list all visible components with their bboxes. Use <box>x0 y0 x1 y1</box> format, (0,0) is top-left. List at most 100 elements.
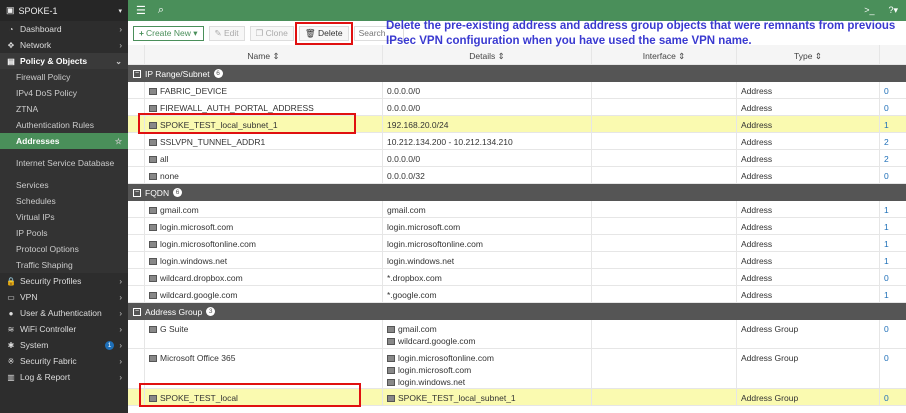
table-row[interactable]: G Suite gmail.com wildcard.google.com Addre… <box>128 320 906 349</box>
sidebar-item-addresses[interactable]: Addresses ☆ <box>0 133 128 149</box>
sidebar-item-vpn[interactable]: ▭ VPN › <box>0 289 128 305</box>
chevron-right-icon: › <box>119 340 122 350</box>
collapse-icon[interactable]: − <box>133 69 141 78</box>
address-name: SSLVPN_TUNNEL_ADDR1 <box>160 137 266 147</box>
ref-count-link[interactable]: 2 <box>880 133 906 149</box>
group-header[interactable]: − FQDN 6 <box>128 184 906 201</box>
vpn-icon: ▭ <box>7 292 15 302</box>
ref-count-link[interactable]: 1 <box>880 218 906 234</box>
user-icon: ● <box>8 308 14 318</box>
address-name: FIREWALL_AUTH_PORTAL_ADDRESS <box>160 103 314 113</box>
ref-count-link[interactable]: 0 <box>880 349 906 388</box>
sidebar-item-system[interactable]: ✱ System 1 › <box>0 337 128 353</box>
address-name: wildcard.dropbox.com <box>160 273 243 283</box>
table-row[interactable]: login.windows.net login.windows.net Addres… <box>128 252 906 269</box>
sidebar-item-virtual-ips[interactable]: Virtual IPs <box>0 209 128 225</box>
address-name: wildcard.google.com <box>160 290 238 300</box>
sidebar-item-services[interactable]: Services <box>0 177 128 193</box>
sidebar-item-ipv4-dos-policy[interactable]: IPv4 DoS Policy <box>0 85 128 101</box>
sidebar-item-wifi-controller[interactable]: ≋ WiFi Controller › <box>0 321 128 337</box>
table-row[interactable]: all 0.0.0.0/0 Address 2 <box>128 150 906 167</box>
chevron-right-icon: › <box>119 292 122 302</box>
sidebar-item-security-profiles[interactable]: 🔒 Security Profiles › <box>0 273 128 289</box>
sidebar-item-ip-pools[interactable]: IP Pools <box>0 225 128 241</box>
address-icon <box>387 355 395 362</box>
clone-button[interactable]: ❐ Clone <box>249 25 294 41</box>
cli-console-icon[interactable]: >_ <box>864 5 874 16</box>
sidebar-item-policy-objects[interactable]: ▤ Policy & Objects ⌄ <box>0 53 128 69</box>
chevron-right-icon: › <box>119 40 122 50</box>
count-badge: 6 <box>173 188 183 197</box>
address-details: SPOKE_TEST_local_subnet_1 <box>383 389 592 405</box>
sidebar-item-firewall-policy[interactable]: Firewall Policy <box>0 69 128 85</box>
address-icon <box>149 88 157 95</box>
help-icon[interactable]: ?▾ <box>888 5 898 16</box>
table-row[interactable]: login.microsoftonline.com login.microsoft… <box>128 235 906 252</box>
address-icon <box>149 207 157 214</box>
table-row[interactable]: none 0.0.0.0/32 Address 0 <box>128 167 906 184</box>
sidebar-item-user-authentication[interactable]: ● User & Authentication › <box>0 305 128 321</box>
address-icon <box>387 367 395 374</box>
sidebar-item-ztna[interactable]: ZTNA <box>0 101 128 117</box>
menu-icon[interactable]: ☰ <box>136 4 146 17</box>
ref-count-link[interactable]: 1 <box>880 286 906 302</box>
group-header[interactable]: − Address Group 3 <box>128 303 906 320</box>
table-row[interactable]: login.microsoft.com login.microsoft.com Ad… <box>128 218 906 235</box>
address-name: none <box>160 171 179 181</box>
ref-count-link[interactable]: 0 <box>880 389 906 405</box>
table-row[interactable]: wildcard.google.com *.google.com Address 1 <box>128 286 906 303</box>
table-row[interactable]: SSLVPN_TUNNEL_ADDR1 10.212.134.200 - 10.2… <box>128 133 906 150</box>
address-name: G Suite <box>160 324 189 334</box>
address-icon <box>149 275 157 282</box>
address-name: login.windows.net <box>160 256 228 266</box>
collapse-icon[interactable]: − <box>133 188 141 197</box>
address-details: gmail.com wildcard.google.com <box>383 320 592 348</box>
sidebar-item-security-fabric[interactable]: ※ Security Fabric › <box>0 353 128 369</box>
address-type: Address <box>737 269 880 285</box>
sidebar-item-authentication-rules[interactable]: Authentication Rules <box>0 117 128 133</box>
group-header[interactable]: − IP Range/Subnet 6 <box>128 65 906 82</box>
address-name: gmail.com <box>160 205 199 215</box>
star-icon[interactable]: ☆ <box>115 137 122 146</box>
table-row[interactable]: FABRIC_DEVICE 0.0.0.0/0 Address 0 <box>128 82 906 99</box>
ref-count-link[interactable]: 1 <box>880 116 906 132</box>
ref-count-link[interactable]: 1 <box>880 201 906 217</box>
sidebar-item-schedules[interactable]: Schedules <box>0 193 128 209</box>
device-selector[interactable]: ▣ SPOKE-1 ▾ <box>0 0 128 21</box>
sidebar-item-network[interactable]: ✥ Network › <box>0 37 128 53</box>
network-icon: ✥ <box>7 40 15 50</box>
edit-button[interactable]: ✎ Edit <box>208 25 245 41</box>
table-row[interactable]: wildcard.dropbox.com *.dropbox.com Address… <box>128 269 906 286</box>
ref-count-link[interactable]: 0 <box>880 82 906 98</box>
sidebar-item-dashboard[interactable]: ◔ Dashboard › <box>0 21 128 37</box>
column-name[interactable]: Name ⇕ <box>145 45 383 64</box>
address-details: 0.0.0.0/0 <box>383 82 592 98</box>
address-group-icon <box>149 355 157 362</box>
collapse-icon[interactable]: − <box>133 307 141 316</box>
address-table: Name ⇕ Details ⇕ Interface ⇕ Type ⇕ − IP … <box>128 45 906 406</box>
ref-count-link[interactable]: 0 <box>880 320 906 348</box>
search-icon[interactable]: ⌕ <box>158 4 164 17</box>
sidebar: ▣ SPOKE-1 ▾ ◔ Dashboard › ✥ Network › ▤ Policy & … <box>0 0 128 413</box>
address-icon <box>387 326 395 333</box>
chevron-right-icon: › <box>119 308 122 318</box>
ref-count-link[interactable]: 0 <box>880 269 906 285</box>
address-name: all <box>160 154 169 164</box>
sidebar-item-traffic-shaping[interactable]: Traffic Shaping <box>0 257 128 273</box>
sidebar-item-internet-service-database[interactable]: Internet Service Database <box>0 149 128 177</box>
sidebar-item-log-report[interactable]: ▥ Log & Report › <box>0 369 128 385</box>
chevron-right-icon: › <box>119 356 122 366</box>
wifi-icon: ≋ <box>7 324 15 334</box>
ref-count-link[interactable]: 0 <box>880 99 906 115</box>
ref-count-link[interactable]: 0 <box>880 167 906 183</box>
sidebar-item-protocol-options[interactable]: Protocol Options <box>0 241 128 257</box>
ref-count-link[interactable]: 1 <box>880 235 906 251</box>
chevron-right-icon: › <box>119 372 122 382</box>
create-new-button[interactable]: + Create New ▾ <box>133 25 204 41</box>
address-name: FABRIC_DEVICE <box>160 86 228 96</box>
address-icon <box>149 241 157 248</box>
delete-button[interactable]: 🗑 Delete <box>294 21 353 45</box>
table-row[interactable]: gmail.com gmail.com Address 1 <box>128 201 906 218</box>
ref-count-link[interactable]: 1 <box>880 252 906 268</box>
ref-count-link[interactable]: 2 <box>880 150 906 166</box>
